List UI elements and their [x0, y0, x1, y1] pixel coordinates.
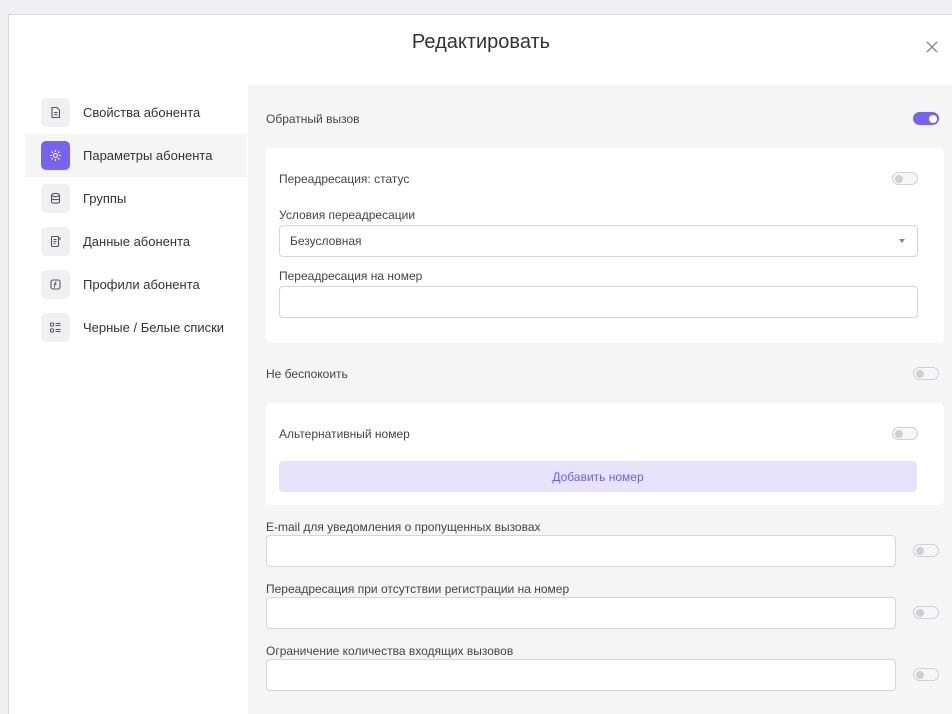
forward-number-input[interactable] — [279, 286, 918, 318]
toggle-knob — [916, 671, 924, 679]
alt-number-card: Альтернативный номер Добавить номер — [266, 403, 944, 505]
sidebar-item-black-white-lists[interactable]: Черные / Белые списки — [25, 306, 247, 349]
toggle-knob — [929, 115, 937, 123]
database-icon — [41, 184, 70, 213]
toggle-knob — [916, 370, 924, 378]
forward-number-label: Переадресация на номер — [279, 269, 423, 283]
sidebar-nav: Свойства абонента Параметры абонента Гру… — [25, 91, 247, 349]
email-toggle[interactable] — [913, 544, 939, 557]
sidebar-item-subscriber-parameters[interactable]: Параметры абонента — [25, 134, 247, 177]
call-limit-toggle[interactable] — [913, 668, 939, 681]
unreg-forward-input[interactable] — [266, 597, 896, 629]
sidebar-item-label: Профили абонента — [83, 277, 200, 292]
alt-number-label: Альтернативный номер — [279, 427, 410, 441]
forwarding-conditions-select[interactable]: Безусловная — [279, 225, 918, 257]
unreg-forward-toggle[interactable] — [913, 606, 939, 619]
forwarding-card: Переадресация: статус Условия переадреса… — [266, 148, 944, 343]
call-limit-label: Ограничение количества входящих вызовов — [266, 644, 514, 658]
alt-number-toggle[interactable] — [892, 427, 918, 440]
settings-icon — [41, 141, 70, 170]
list-icon — [41, 313, 70, 342]
sidebar-item-subscriber-data[interactable]: Данные абонента — [25, 220, 247, 263]
dialog-title: Редактировать — [411, 31, 551, 53]
toggle-knob — [895, 430, 903, 438]
dnd-label: Не беспокоить — [266, 367, 348, 381]
close-icon[interactable] — [924, 39, 940, 55]
dnd-toggle[interactable] — [913, 367, 939, 380]
sidebar-item-label: Параметры абонента — [83, 148, 213, 163]
chevron-down-icon — [899, 239, 905, 243]
email-label: E-mail для уведомления о пропущенных выз… — [266, 520, 541, 534]
clipboard-icon — [41, 227, 70, 256]
email-field[interactable] — [266, 535, 896, 567]
parameters-panel: Обратный вызов Переадресация: статус Усл… — [248, 85, 952, 714]
unreg-forward-label: Переадресация при отсутствии регистрации… — [266, 582, 570, 596]
add-number-button[interactable]: Добавить номер — [279, 461, 917, 492]
callback-label: Обратный вызов — [266, 112, 360, 126]
sidebar-item-label: Свойства абонента — [83, 105, 201, 120]
document-icon — [41, 98, 70, 127]
sidebar-item-label: Группы — [83, 191, 127, 206]
call-limit-input[interactable] — [266, 659, 896, 691]
edit-dialog: Редактировать Свойства абонента Параметр… — [8, 14, 952, 714]
forwarding-conditions-label: Условия переадресации — [279, 208, 416, 222]
sidebar-item-subscriber-profiles[interactable]: Профили абонента — [25, 263, 247, 306]
callback-toggle[interactable] — [913, 112, 939, 125]
toggle-knob — [895, 175, 903, 183]
sidebar-item-label: Данные абонента — [83, 234, 191, 249]
forwarding-status-toggle[interactable] — [892, 172, 918, 185]
forwarding-status-label: Переадресация: статус — [279, 172, 410, 186]
toggle-knob — [916, 547, 924, 555]
forwarding-conditions-value: Безусловная — [290, 234, 362, 248]
toggle-knob — [916, 609, 924, 617]
profile-icon — [41, 270, 70, 299]
sidebar-item-groups[interactable]: Группы — [25, 177, 247, 220]
sidebar-item-subscriber-properties[interactable]: Свойства абонента — [25, 91, 247, 134]
sidebar-item-label: Черные / Белые списки — [83, 320, 225, 335]
